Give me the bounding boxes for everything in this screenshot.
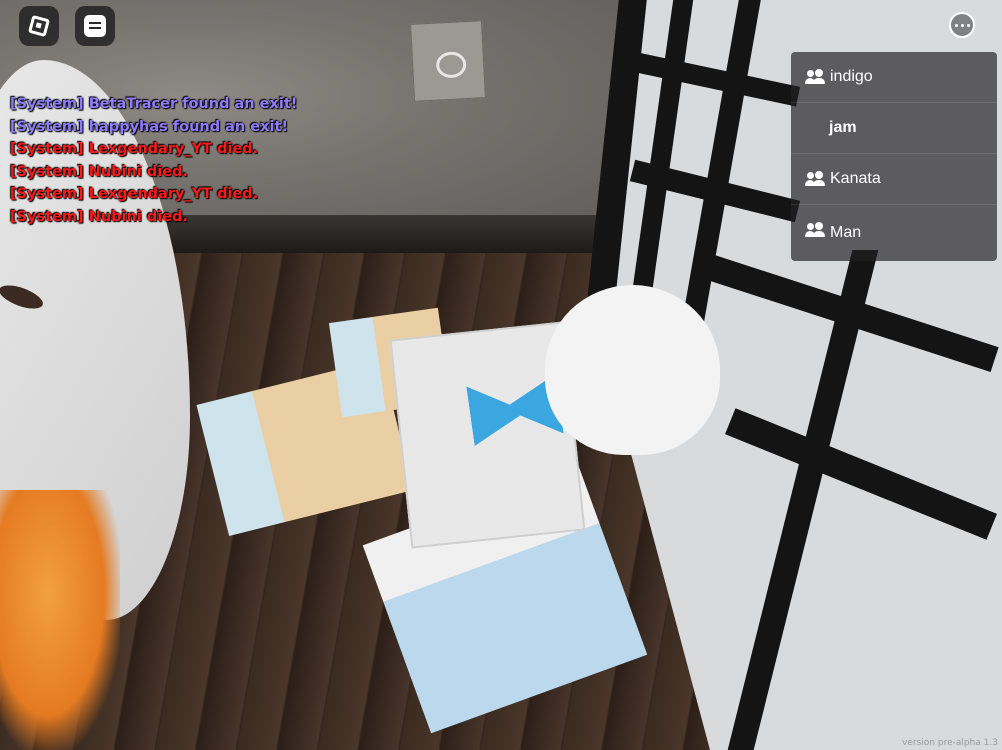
version-label: version pre-alpha 1.3: [902, 738, 998, 748]
chat-message: [System] Nubini died.: [10, 163, 188, 180]
player-name: Man: [830, 224, 862, 241]
chat-message: [System] happyhas found an exit!: [10, 118, 289, 135]
more-options-icon: [954, 23, 958, 27]
player-row[interactable]: Man: [791, 205, 997, 261]
wall-poster: [410, 20, 486, 102]
player-row[interactable]: indigo: [791, 52, 997, 103]
player-name: jam: [829, 119, 857, 136]
chat-message: [System] Lexgendary_YT died.: [10, 141, 259, 158]
player-name: Kanata: [830, 170, 881, 187]
roblox-menu-button[interactable]: [19, 6, 59, 46]
more-options-button[interactable]: [949, 12, 975, 38]
friends-icon: [805, 171, 825, 187]
chat-log: [System] BetaTracer found an exit! [Syste…: [10, 93, 370, 229]
chat-message: [System] BetaTracer found an exit!: [10, 96, 298, 112]
chat-icon: [84, 15, 106, 37]
chat-message: [System] Lexgendary_YT died.: [10, 186, 259, 203]
player-row[interactable]: Kanata: [791, 154, 997, 205]
player-list: indigo jam Kanata Man: [791, 52, 997, 261]
chat-toggle-button[interactable]: [75, 6, 115, 46]
player-row[interactable]: jam: [791, 103, 997, 154]
friends-icon: [805, 222, 825, 238]
friends-icon: [805, 69, 825, 85]
player-name: indigo: [830, 68, 873, 85]
roblox-logo-icon: [27, 14, 51, 38]
chat-message: [System] Nubini died.: [10, 208, 188, 225]
avatar-head: [545, 285, 720, 455]
horse-flame-mane: [0, 490, 120, 750]
